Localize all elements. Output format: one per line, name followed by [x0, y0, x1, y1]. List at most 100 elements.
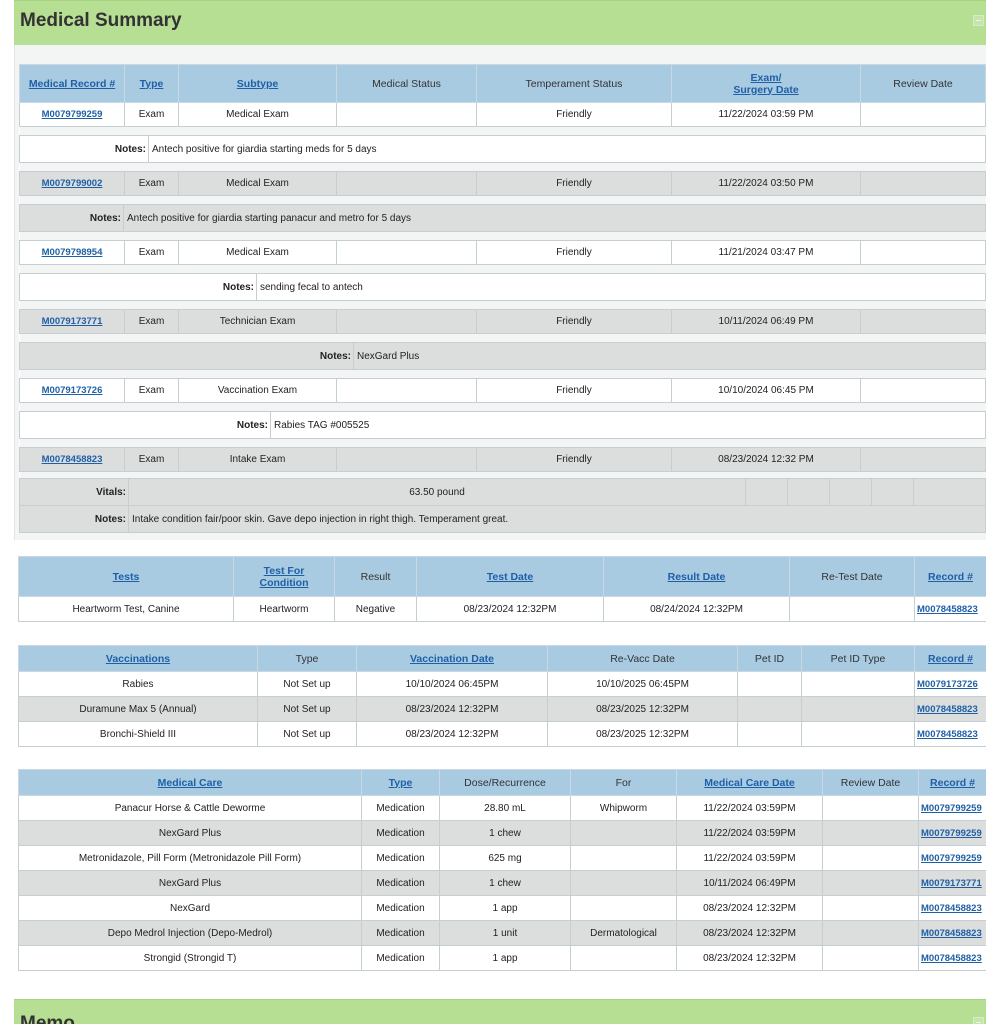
- test-name: Heartworm Test, Canine: [18, 596, 234, 622]
- notes-label: Notes:: [21, 506, 129, 532]
- record-link[interactable]: M0079173726: [42, 385, 103, 396]
- collapse-icon[interactable]: [973, 1017, 984, 1024]
- col-type: Type: [124, 64, 179, 103]
- sort-care-date-link[interactable]: Medical Care Date: [704, 777, 794, 789]
- record-link[interactable]: M0079798954: [42, 247, 103, 258]
- col-medical-record: Medical Record #: [19, 64, 125, 103]
- record-date: 10/10/2024 06:45 PM: [671, 378, 861, 403]
- vaccination-type: Not Set up: [257, 696, 357, 722]
- test-condition: Heartworm: [233, 596, 335, 622]
- record-link[interactable]: M0078458823: [917, 729, 978, 740]
- record-subtype: Medical Exam: [178, 102, 337, 127]
- record-temperament: Friendly: [476, 309, 672, 334]
- care-date: 10/11/2024 06:49PM: [676, 870, 823, 896]
- record-date: 11/21/2024 03:47 PM: [671, 240, 861, 265]
- record-link[interactable]: M0078458823: [917, 704, 978, 715]
- sort-subtype-link[interactable]: Subtype: [237, 78, 278, 90]
- care-date: 08/23/2024 12:32PM: [676, 945, 823, 971]
- care-type: Medication: [361, 795, 440, 821]
- care-row: NexGard Medication 1 app 08/23/2024 12:3…: [18, 895, 986, 921]
- record-link[interactable]: M0079173726: [917, 679, 978, 690]
- test-row: Heartworm Test, Canine Heartworm Negativ…: [18, 596, 986, 622]
- record-link[interactable]: M0079173771: [42, 316, 103, 327]
- care-for: Dermatological: [570, 920, 677, 946]
- notes-text: Intake condition fair/poor skin. Gave de…: [132, 513, 509, 525]
- col-review-date: Review Date: [860, 64, 986, 103]
- notes-label: Notes:: [21, 136, 149, 162]
- sort-tests-link[interactable]: Tests: [113, 571, 140, 583]
- record-link[interactable]: M0079799259: [921, 853, 982, 864]
- care-row: Panacur Horse & Cattle Deworme Medicatio…: [18, 795, 986, 821]
- record-date: 10/11/2024 06:49 PM: [671, 309, 861, 334]
- sort-medical-record-link[interactable]: Medical Record #: [29, 78, 115, 90]
- care-name: Metronidazole, Pill Form (Metronidazole …: [18, 845, 362, 871]
- sort-record-link[interactable]: Record #: [928, 571, 973, 583]
- sort-result-date-link[interactable]: Result Date: [668, 571, 726, 583]
- sort-vaccinations-link[interactable]: Vaccinations: [106, 653, 170, 665]
- care-dose: 1 app: [439, 895, 571, 921]
- pet-id-type: [801, 671, 915, 697]
- col-result: Result: [334, 556, 417, 597]
- notes-text: NexGard Plus: [357, 350, 420, 362]
- sort-care-type-link[interactable]: Type: [389, 777, 413, 789]
- care-type: Medication: [361, 820, 440, 846]
- memo-header: Memo: [14, 999, 986, 1024]
- care-date: 11/22/2024 03:59PM: [676, 795, 823, 821]
- care-for: [570, 820, 677, 846]
- memo-title: Memo: [20, 1013, 75, 1024]
- care-row: Metronidazole, Pill Form (Metronidazole …: [18, 845, 986, 871]
- record-type: Exam: [124, 309, 179, 334]
- record-review-date: [860, 447, 986, 472]
- medical-care-table: Medical Care Type Dose/Recurrence For Me…: [18, 769, 986, 971]
- record-link[interactable]: M0079799259: [921, 803, 982, 814]
- sort-test-date-link[interactable]: Test Date: [487, 571, 534, 583]
- record-review-date: [860, 240, 986, 265]
- care-dose: 1 chew: [439, 820, 571, 846]
- sort-vaccination-date-link[interactable]: Vaccination Date: [410, 653, 494, 665]
- record-link[interactable]: M0078458823: [42, 454, 103, 465]
- record-type: Exam: [124, 240, 179, 265]
- sort-test-condition-link[interactable]: Test For Condition: [260, 565, 309, 589]
- vaccination-row: Bronchi-Shield III Not Set up 08/23/2024…: [18, 721, 986, 747]
- record-link[interactable]: M0079173771: [921, 878, 982, 889]
- notes-text: Rabies TAG #005525: [274, 419, 370, 431]
- revacc-date: 08/23/2025 12:32PM: [547, 696, 738, 722]
- col-for: For: [570, 769, 677, 796]
- col-dose: Dose/Recurrence: [439, 769, 571, 796]
- care-for: [570, 870, 677, 896]
- col-medical-status: Medical Status: [336, 64, 477, 103]
- record-row: M0079798954 Exam Medical Exam Friendly 1…: [19, 240, 986, 265]
- care-review-date: [822, 870, 919, 896]
- vitals-empty-cell: [746, 479, 788, 505]
- col-care-review-date: Review Date: [822, 769, 919, 796]
- record-link[interactable]: M0078458823: [921, 903, 982, 914]
- care-type: Medication: [361, 870, 440, 896]
- record-temperament: Friendly: [476, 447, 672, 472]
- sort-exam-date-link[interactable]: Exam/Surgery Date: [733, 72, 798, 96]
- collapse-icon[interactable]: [973, 15, 984, 26]
- record-link[interactable]: M0079799259: [921, 828, 982, 839]
- retest-date: [789, 596, 915, 622]
- record-row: M0079173771 Exam Technician Exam Friendl…: [19, 309, 986, 334]
- record-link[interactable]: M0078458823: [917, 604, 978, 615]
- notes-text: Antech positive for giardia starting pan…: [127, 212, 412, 224]
- medical-records-table: Medical Record # Type Subtype Medical St…: [19, 64, 986, 533]
- vaccination-name: Bronchi-Shield III: [18, 721, 258, 747]
- record-link[interactable]: M0079799002: [42, 178, 103, 189]
- record-review-date: [860, 102, 986, 127]
- care-name: NexGard Plus: [18, 820, 362, 846]
- vaccination-date: 08/23/2024 12:32PM: [356, 696, 548, 722]
- sort-record-link[interactable]: Record #: [930, 777, 975, 789]
- care-dose: 1 app: [439, 945, 571, 971]
- sort-type-link[interactable]: Type: [140, 78, 164, 90]
- vaccination-row: Duramune Max 5 (Annual) Not Set up 08/23…: [18, 696, 986, 722]
- record-subtype: Intake Exam: [178, 447, 337, 472]
- record-link[interactable]: M0079799259: [42, 109, 103, 120]
- sort-record-link[interactable]: Record #: [928, 653, 973, 665]
- vaccination-row: Rabies Not Set up 10/10/2024 06:45PM 10/…: [18, 671, 986, 697]
- sort-medical-care-link[interactable]: Medical Care: [158, 777, 223, 789]
- col-temperament-status: Temperament Status: [476, 64, 672, 103]
- record-link[interactable]: M0078458823: [921, 953, 982, 964]
- care-dose: 1 unit: [439, 920, 571, 946]
- record-link[interactable]: M0078458823: [921, 928, 982, 939]
